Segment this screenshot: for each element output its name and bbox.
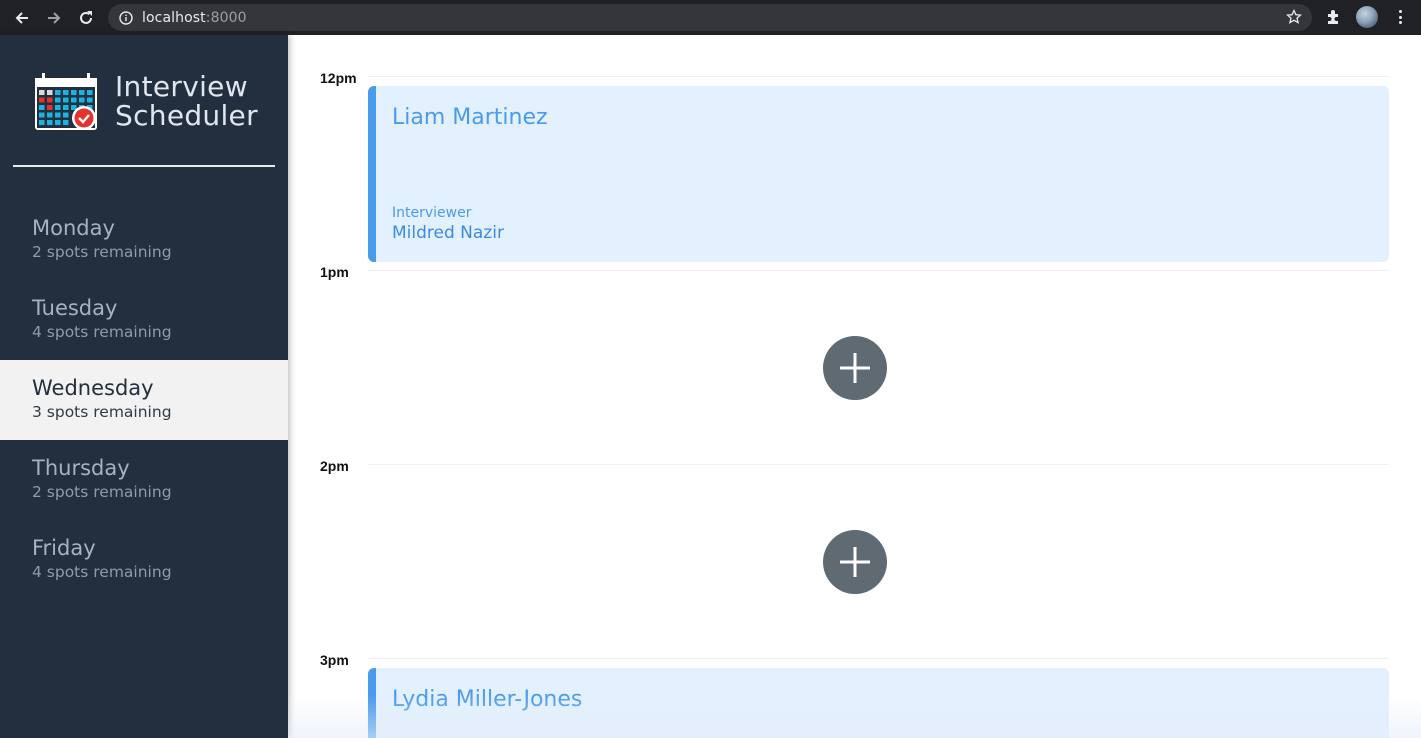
reload-icon bbox=[80, 10, 92, 24]
day-name: Wednesday bbox=[32, 376, 154, 400]
add-appointment-button[interactable] bbox=[823, 336, 887, 400]
day-name: Monday bbox=[32, 216, 115, 240]
day-name: Tuesday bbox=[32, 296, 118, 320]
plus-icon bbox=[840, 547, 870, 577]
day-name: Friday bbox=[32, 536, 96, 560]
day-item-wednesday[interactable]: Wednesday 3 spots remaining bbox=[0, 360, 288, 440]
hour-divider bbox=[368, 464, 1389, 465]
hour-divider bbox=[368, 270, 1389, 271]
sidebar-divider bbox=[13, 165, 275, 167]
day-name: Thursday bbox=[32, 456, 130, 480]
url-text: localhost:8000 bbox=[142, 9, 247, 26]
interviewer-label: Interviewer bbox=[392, 205, 472, 221]
puzzle-icon[interactable] bbox=[1325, 9, 1342, 26]
avatar[interactable] bbox=[1356, 6, 1378, 28]
day-item-monday[interactable]: Monday 2 spots remaining bbox=[0, 200, 288, 280]
add-appointment-button[interactable] bbox=[823, 530, 887, 594]
address-bar[interactable]: localhost:8000 bbox=[108, 4, 1312, 31]
slot-time: 3pm bbox=[320, 652, 349, 668]
day-spots: 4 spots remaining bbox=[32, 323, 172, 341]
day-spots: 2 spots remaining bbox=[32, 483, 172, 501]
appointment-card[interactable]: Lydia Miller-Jones bbox=[368, 668, 1389, 738]
slot-time: 12pm bbox=[320, 70, 357, 86]
day-spots: 4 spots remaining bbox=[32, 563, 172, 581]
schedule: 12pm Liam Martinez Interviewer Mildred N… bbox=[288, 35, 1421, 738]
sidebar: Interview Scheduler Monday 2 spots remai… bbox=[0, 35, 288, 738]
back-button[interactable] bbox=[6, 0, 38, 35]
calendar-check-icon bbox=[35, 73, 97, 130]
day-list: Monday 2 spots remaining Tuesday 4 spots… bbox=[0, 200, 288, 600]
browser-toolbar: localhost:8000 bbox=[0, 0, 1421, 35]
student-name: Lydia Miller-Jones bbox=[392, 687, 583, 712]
star-icon[interactable] bbox=[1286, 9, 1302, 25]
info-icon[interactable] bbox=[119, 10, 133, 25]
slot-time: 1pm bbox=[320, 264, 349, 280]
app-title: Interview Scheduler bbox=[115, 70, 258, 132]
arrow-right-icon bbox=[48, 11, 61, 24]
appointment-card[interactable]: Liam Martinez Interviewer Mildred Nazir bbox=[368, 86, 1389, 262]
hour-divider bbox=[368, 76, 1389, 77]
day-item-tuesday[interactable]: Tuesday 4 spots remaining bbox=[0, 280, 288, 360]
day-item-thursday[interactable]: Thursday 2 spots remaining bbox=[0, 440, 288, 520]
interviewer-name: Mildred Nazir bbox=[392, 223, 504, 243]
plus-icon bbox=[840, 353, 870, 383]
day-spots: 3 spots remaining bbox=[32, 403, 172, 421]
slot-time: 2pm bbox=[320, 458, 349, 474]
hour-divider bbox=[368, 658, 1389, 659]
student-name: Liam Martinez bbox=[392, 105, 548, 130]
arrow-left-icon bbox=[15, 11, 28, 24]
day-spots: 2 spots remaining bbox=[32, 243, 172, 261]
forward-button[interactable] bbox=[38, 0, 70, 35]
more-vert-icon[interactable] bbox=[1392, 8, 1408, 26]
day-item-friday[interactable]: Friday 4 spots remaining bbox=[0, 520, 288, 600]
reload-button[interactable] bbox=[70, 0, 102, 35]
